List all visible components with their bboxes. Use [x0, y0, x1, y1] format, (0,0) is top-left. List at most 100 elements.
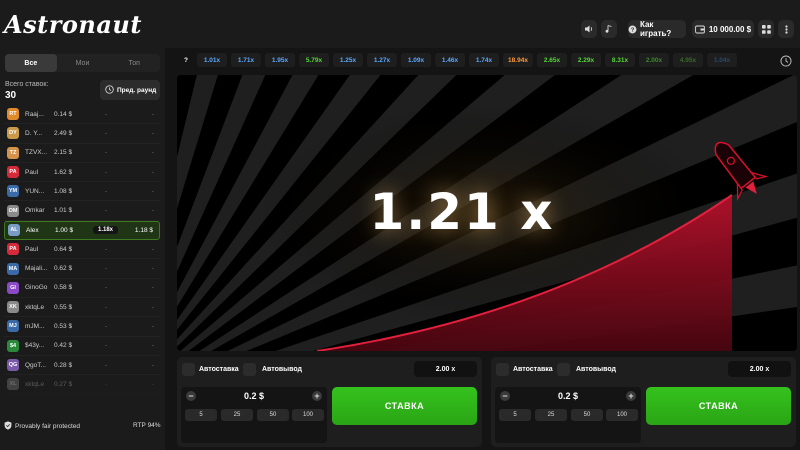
bet-amount: 0.14 $	[54, 110, 73, 118]
autocashout-checkbox[interactable]	[557, 363, 570, 376]
wallet-icon	[695, 25, 705, 34]
win-amount: -	[151, 380, 154, 388]
tab-top[interactable]: Топ	[108, 54, 160, 72]
bet-row: MJ mJM... 0.53 $ - -	[4, 317, 160, 337]
avatar: OM	[7, 204, 19, 217]
player-name: $43y...	[25, 342, 45, 350]
history-item[interactable]: 4.95x	[673, 53, 703, 67]
player-name: TZVX...	[25, 149, 48, 157]
win-amount: -	[151, 265, 154, 273]
autobet-checkbox[interactable]	[496, 363, 509, 376]
bet-amount: 0.58 $	[54, 284, 73, 292]
balance-display[interactable]: 10 000.00 $	[692, 20, 754, 38]
bet-row: AL Alex 1.00 $ 1.18x 1.18 $	[4, 220, 160, 241]
stake-control: − 0.2 $ + 5 25 50 100	[181, 387, 327, 443]
more-button[interactable]	[778, 20, 794, 38]
history-clock-button[interactable]	[780, 54, 792, 72]
bet-row: MA Majali... 0.62 $ - -	[4, 259, 160, 279]
cashout-multiplier: -	[105, 207, 108, 215]
cashout-multiplier: -	[105, 303, 108, 311]
autocashout-target-input[interactable]: 2.00 x	[728, 361, 791, 377]
history-item[interactable]: ?	[179, 53, 193, 67]
bet-panel-2: Автоставка Автовывод 2.00 x − 0.2 $ + 5 …	[491, 357, 796, 447]
win-amount: -	[151, 361, 154, 369]
avatar: RT	[7, 108, 19, 121]
quick-stake-5[interactable]: 5	[499, 409, 531, 421]
cashout-multiplier: 1.18x	[93, 226, 119, 235]
win-amount: -	[151, 168, 154, 176]
bet-amount: 2.49 $	[54, 129, 73, 137]
bet-row: XL xktqLe 0.27 $ - -	[4, 375, 160, 395]
stake-value[interactable]: 0.2 $	[495, 391, 641, 401]
player-name: Paul	[25, 168, 39, 176]
player-name: Paul	[25, 245, 39, 253]
history-item[interactable]: 1.46x	[435, 53, 465, 67]
cashout-multiplier: -	[105, 342, 108, 350]
player-name: xktqLe	[25, 303, 45, 311]
autocashout-target-input[interactable]: 2.00 x	[414, 361, 477, 377]
rtp-label: RTP 94%	[133, 422, 161, 429]
stake-control: − 0.2 $ + 5 25 50 100	[495, 387, 641, 443]
avatar: MJ	[7, 320, 19, 333]
stake-value[interactable]: 0.2 $	[181, 391, 327, 401]
bet-row: XK xktqLe 0.55 $ - -	[4, 298, 160, 318]
autobet-checkbox[interactable]	[182, 363, 195, 376]
history-item[interactable]: 1.04x	[707, 53, 737, 67]
sound-button[interactable]	[581, 20, 597, 38]
avatar: $4	[7, 339, 19, 352]
history-item[interactable]: 1.74x	[469, 53, 499, 67]
cashout-multiplier: -	[105, 129, 108, 137]
music-button[interactable]	[601, 20, 617, 38]
game-canvas: 1.21 x	[177, 75, 797, 351]
quick-stake-50[interactable]: 50	[571, 409, 603, 421]
quick-stake-25[interactable]: 25	[535, 409, 567, 421]
history-item[interactable]: 2.29x	[571, 53, 601, 67]
autobet-label: Автоставка	[513, 366, 553, 373]
avatar: PA	[7, 166, 19, 179]
cashout-multiplier: -	[105, 168, 108, 176]
place-bet-button[interactable]: СТАВКА	[332, 387, 477, 425]
bet-amount: 1.08 $	[54, 187, 73, 195]
history-item[interactable]: 2.00x	[639, 53, 669, 67]
history-item[interactable]: 1.27x	[367, 53, 397, 67]
provably-fair[interactable]: Provably fair protected	[4, 421, 80, 432]
previous-round-button[interactable]: Пред. раунд	[100, 80, 160, 100]
how-to-play-button[interactable]: ? Как играть?	[628, 20, 686, 38]
history-item[interactable]: 5.79x	[299, 53, 329, 67]
bet-amount: 0.53 $	[54, 322, 73, 330]
history-item[interactable]: 1.09x	[401, 53, 431, 67]
history-item[interactable]: 1.25x	[333, 53, 363, 67]
bet-amount: 1.01 $	[54, 207, 73, 215]
history-item[interactable]: 8.31x	[605, 53, 635, 67]
autocashout-label: Автовывод	[576, 366, 616, 373]
quick-stake-50[interactable]: 50	[257, 409, 289, 421]
bet-amount: 0.42 $	[54, 342, 73, 350]
quick-stake-5[interactable]: 5	[185, 409, 217, 421]
how-to-play-label: Как играть?	[640, 20, 672, 38]
increase-stake-button[interactable]: +	[626, 391, 636, 401]
more-icon	[782, 24, 791, 34]
tab-my[interactable]: Мои	[57, 54, 109, 72]
avatar: XK	[7, 301, 19, 314]
balance-value: 10 000.00 $	[708, 24, 752, 34]
avatar: AL	[8, 224, 20, 237]
place-bet-button[interactable]: СТАВКА	[646, 387, 791, 425]
history-item[interactable]: 1.71x	[231, 53, 261, 67]
history-item[interactable]: 1.95x	[265, 53, 295, 67]
bet-amount: 1.62 $	[54, 168, 73, 176]
win-amount: -	[151, 110, 154, 118]
tab-all[interactable]: Все	[5, 54, 57, 72]
history-item[interactable]: 18.94x	[503, 53, 533, 67]
menu-button[interactable]	[758, 20, 774, 38]
bet-row: QG QgoT... 0.28 $ - -	[4, 356, 160, 376]
current-multiplier: 1.21 x	[369, 183, 555, 241]
quick-stake-100[interactable]: 100	[606, 409, 638, 421]
bets-list: RT Raaj... 0.14 $ - - DY D. Y... 2.49 $ - - TZ TZVX…	[4, 105, 160, 395]
quick-stake-100[interactable]: 100	[292, 409, 324, 421]
quick-stake-25[interactable]: 25	[221, 409, 253, 421]
player-name: QgoT...	[25, 361, 46, 369]
autocashout-checkbox[interactable]	[243, 363, 256, 376]
increase-stake-button[interactable]: +	[312, 391, 322, 401]
history-item[interactable]: 1.01x	[197, 53, 227, 67]
history-item[interactable]: 2.65x	[537, 53, 567, 67]
